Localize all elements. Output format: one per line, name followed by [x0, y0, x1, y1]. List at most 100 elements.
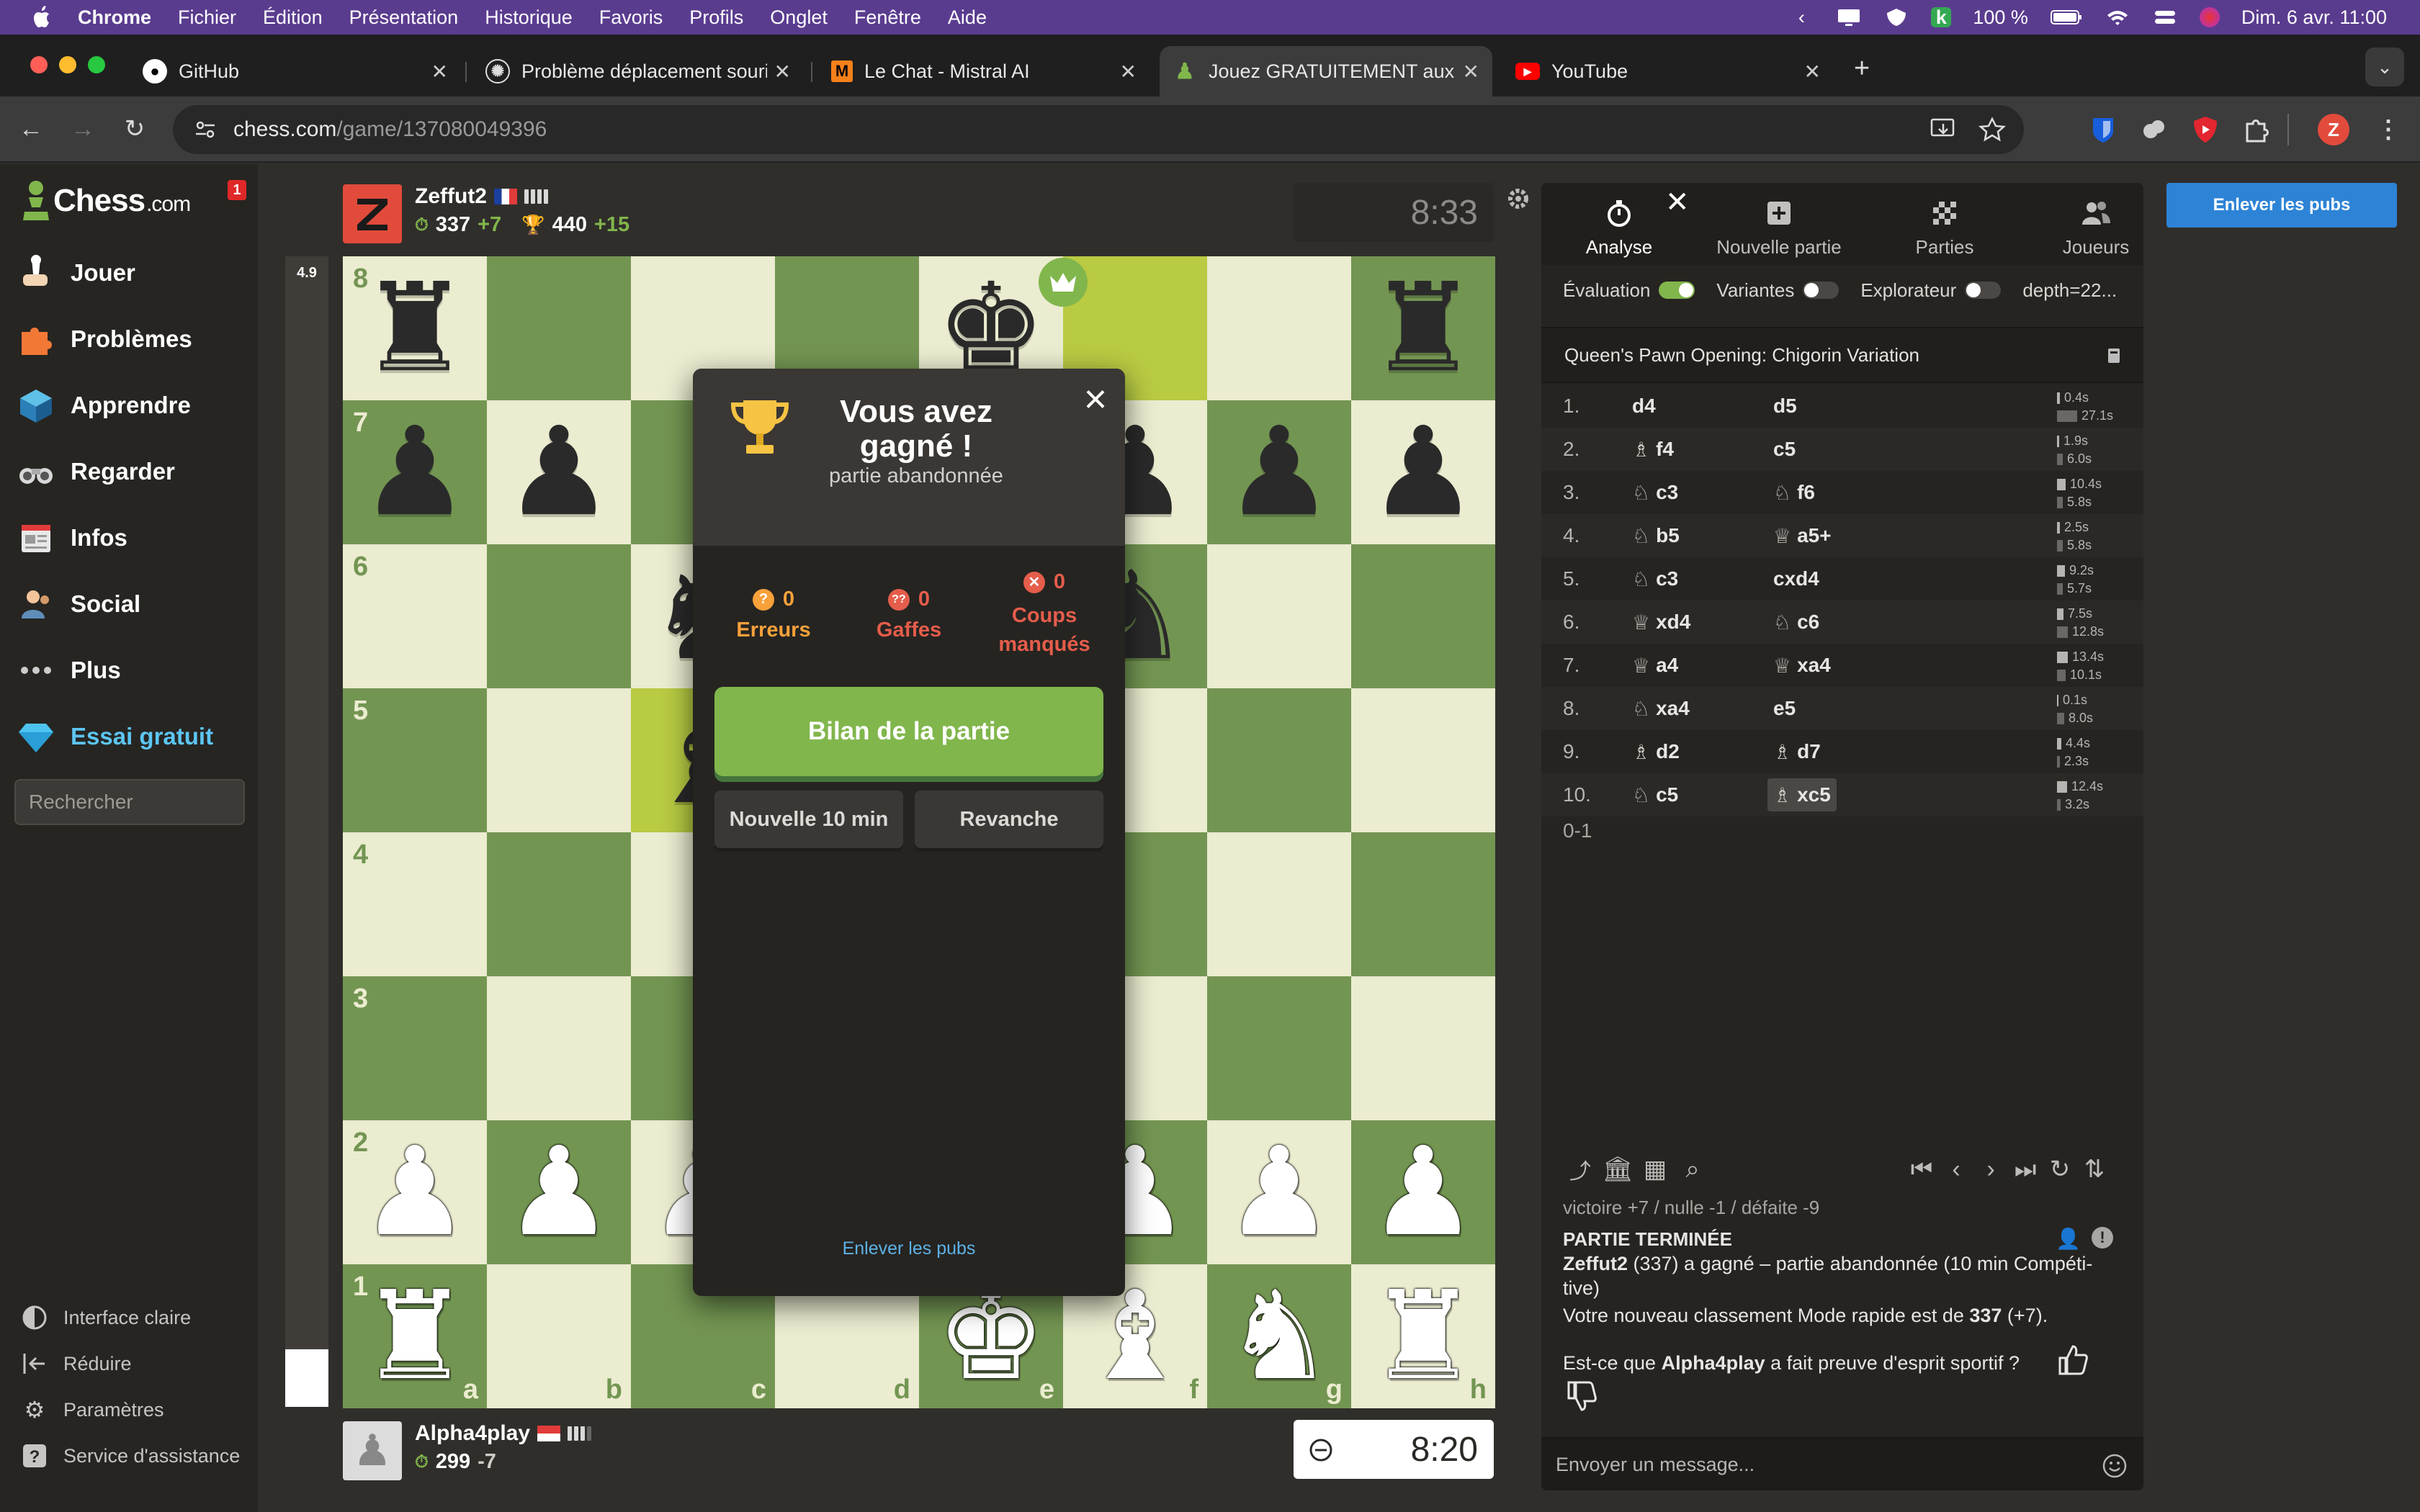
toggle-switch[interactable] [1659, 282, 1695, 299]
bitwarden-icon[interactable] [2087, 114, 2119, 145]
white-move[interactable]: ♘ xa4 [1632, 697, 1690, 721]
back-arrow-icon[interactable]: ← [14, 112, 48, 145]
first-move-icon[interactable]: ⏮ [1907, 1155, 1936, 1184]
add-friend-icon[interactable]: 👤 [2056, 1227, 2081, 1251]
share-icon[interactable]: ⤴ [1566, 1155, 1595, 1184]
white-move[interactable]: ♕ a4 [1632, 654, 1678, 678]
tab-close-icon[interactable]: ✕ [1463, 60, 1479, 84]
tab-close-icon[interactable]: ✕ [1120, 60, 1137, 84]
white-move[interactable]: ♗ f4 [1632, 438, 1674, 462]
bottom-player-name[interactable]: Alpha4play [415, 1421, 530, 1446]
extension-red-shield-icon[interactable] [2190, 114, 2221, 145]
bookmark-star-icon[interactable] [1978, 117, 2007, 143]
menu-app-name[interactable]: Chrome [78, 6, 151, 29]
tab-close-icon[interactable]: ✕ [431, 60, 448, 84]
square-h3[interactable] [1351, 976, 1495, 1120]
extensions-puzzle-icon[interactable] [2241, 114, 2273, 145]
sidebar-settings[interactable]: ⚙ Paramètres [19, 1394, 164, 1426]
white-knight-piece[interactable]: ♞ [1224, 1275, 1334, 1398]
black-move[interactable]: c5 [1773, 438, 1796, 461]
sidebar-search-input[interactable]: Rechercher [14, 779, 245, 825]
square-a7[interactable]: 7 ♟ [343, 400, 487, 544]
black-pawn-piece[interactable]: ♟ [504, 411, 614, 534]
install-app-icon[interactable] [1929, 117, 1958, 143]
menu-presentation[interactable]: Présentation [349, 6, 459, 29]
profile-avatar-icon[interactable]: Z [2318, 114, 2349, 145]
white-move[interactable]: ♘ c5 [1632, 783, 1678, 807]
toggle-explorateur[interactable]: Explorateur [1860, 279, 2002, 302]
tab-close-icon[interactable]: ✕ [774, 60, 791, 84]
chat-opponent-name[interactable]: Alpha4play [1662, 1352, 1765, 1374]
sidebar-help[interactable]: ? Service d'assistance [19, 1440, 240, 1472]
menu-fenetre[interactable]: Fenêtre [854, 6, 921, 29]
square-a1[interactable]: 1 a ♜ [343, 1264, 487, 1408]
square-a2[interactable]: 2 ♟ [343, 1120, 487, 1264]
reload-icon[interactable]: ↻ [118, 112, 151, 145]
toggle-evaluation[interactable]: Évaluation [1563, 279, 1695, 302]
menu-aide[interactable]: Aide [948, 6, 987, 29]
square-g4[interactable] [1207, 832, 1351, 976]
emoji-icon[interactable] [2102, 1453, 2128, 1479]
board-settings-gear-icon[interactable] [1504, 184, 1533, 213]
new-tab-button[interactable]: + [1854, 53, 1870, 84]
white-move[interactable]: ♘ c3 [1632, 567, 1678, 591]
top-player-avatar[interactable] [343, 184, 402, 243]
thumbs-up-icon[interactable] [2054, 1342, 2090, 1378]
chess-com-logo[interactable]: Chess .com [20, 179, 191, 223]
white-pawn-piece[interactable]: ♟ [1368, 1131, 1478, 1254]
square-g6[interactable] [1207, 544, 1351, 688]
white-rook-piece[interactable]: ♜ [1368, 1275, 1478, 1398]
remove-ads-link[interactable]: Enlever les pubs [693, 1238, 1125, 1259]
square-a4[interactable]: 4 [343, 832, 487, 976]
square-h2[interactable]: ♟ [1351, 1120, 1495, 1264]
menu-historique[interactable]: Historique [485, 6, 573, 29]
reset-icon[interactable]: ↻ [2045, 1155, 2074, 1184]
square-a6[interactable]: 6 [343, 544, 487, 688]
tab-search-button[interactable]: ⌄ [2365, 48, 2404, 86]
square-g5[interactable] [1207, 688, 1351, 832]
black-move[interactable]: ♕ a5+ [1773, 524, 1832, 548]
sidebar-item-plus[interactable]: Plus [16, 647, 246, 694]
sidebar-item-apprendre[interactable]: Apprendre [16, 382, 246, 429]
bottom-player-avatar[interactable]: ♟ [343, 1421, 402, 1480]
remove-ads-button[interactable]: Enlever les pubs [2166, 183, 2397, 228]
forward-arrow-icon[interactable]: → [66, 112, 99, 145]
square-g7[interactable]: ♟ [1207, 400, 1351, 544]
control-center-icon[interactable] [2152, 6, 2178, 28]
zoom-window-button[interactable] [88, 56, 105, 73]
black-move[interactable]: ♗ d7 [1773, 740, 1821, 764]
panel-close-icon[interactable]: ✕ [1665, 186, 1690, 219]
menu-favoris[interactable]: Favoris [599, 6, 663, 29]
square-h1[interactable]: h ♜ [1351, 1264, 1495, 1408]
last-move-icon[interactable]: ⏭ [2011, 1155, 2040, 1184]
previous-move-icon[interactable]: ‹ [1942, 1155, 1971, 1184]
white-move[interactable]: ♗ d2 [1632, 740, 1680, 764]
square-h8[interactable]: ♜ [1351, 256, 1495, 400]
square-g8[interactable] [1207, 256, 1351, 400]
black-move[interactable]: ♕ xa4 [1773, 654, 1831, 678]
square-b4[interactable] [487, 832, 631, 976]
sidebar-item-infos[interactable]: Infos [16, 514, 246, 562]
sidebar-item-regarder[interactable]: Regarder [16, 448, 246, 495]
tab-joueurs[interactable]: Joueurs [2045, 197, 2143, 258]
tab-analyse[interactable]: Analyse [1569, 197, 1670, 258]
sidebar-item-jouer[interactable]: Jouer [16, 249, 246, 297]
black-move[interactable]: ♘ f6 [1773, 481, 1815, 505]
black-move[interactable]: e5 [1773, 697, 1796, 720]
square-g1[interactable]: g ♞ [1207, 1264, 1351, 1408]
square-b3[interactable] [487, 976, 631, 1120]
black-move[interactable]: cxd4 [1773, 567, 1819, 590]
white-move[interactable]: ♕ xd4 [1632, 611, 1690, 634]
game-review-button[interactable]: Bilan de la partie [714, 687, 1103, 776]
square-a5[interactable]: 5 [343, 688, 487, 832]
tab-nouvelle-partie[interactable]: Nouvelle partie [1700, 197, 1858, 258]
white-move[interactable]: ♘ c3 [1632, 481, 1678, 505]
square-b2[interactable]: ♟ [487, 1120, 631, 1264]
siri-icon[interactable] [2199, 7, 2220, 27]
white-pawn-piece[interactable]: ♟ [360, 1131, 470, 1254]
white-move[interactable]: ♘ b5 [1632, 524, 1680, 548]
browser-tab-github[interactable]: ● GitHub ✕ [130, 46, 461, 96]
sidebar-item-essai-gratuit[interactable]: Essai gratuit [16, 713, 246, 760]
browser-tab-chatgpt[interactable]: ✺ Problème déplacement souris ✕ [472, 46, 804, 96]
sidebar-item-problemes[interactable]: Problèmes [16, 315, 246, 363]
